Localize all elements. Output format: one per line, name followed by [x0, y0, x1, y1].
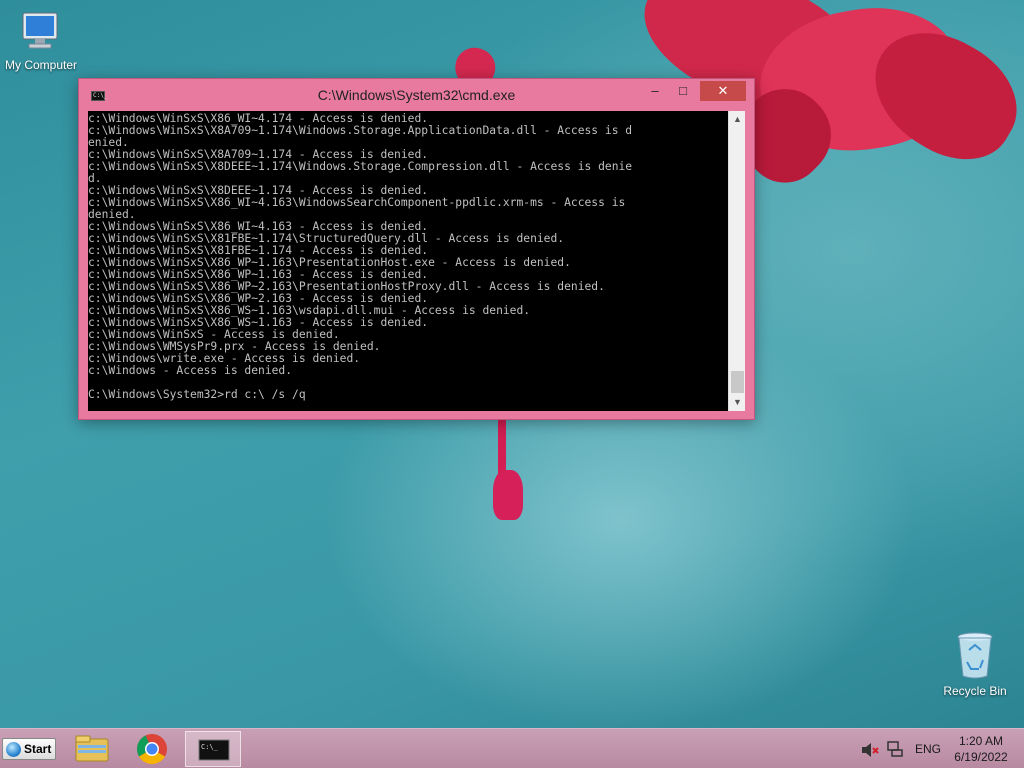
- scrollbar-thumb[interactable]: [731, 371, 744, 393]
- scroll-up-arrow-icon[interactable]: ▲: [729, 111, 746, 128]
- network-icon[interactable]: [886, 740, 904, 758]
- desktop-icon-my-computer[interactable]: My Computer: [0, 10, 82, 72]
- computer-icon: [19, 10, 63, 54]
- taskbar-item-file-explorer[interactable]: [64, 731, 120, 767]
- clock[interactable]: 1:20 AM 6/19/2022: [948, 734, 1014, 764]
- clock-time: 1:20 AM: [958, 734, 1004, 748]
- file-explorer-icon: [75, 735, 109, 762]
- scroll-down-arrow-icon[interactable]: ▼: [729, 394, 746, 411]
- taskbar: Start C:\_ ENG 1:20 AM 6/19/2022: [0, 728, 1024, 768]
- console-output[interactable]: c:\Windows\WinSxS\X86_WI~4.174 - Access …: [88, 111, 728, 411]
- desktop-icon-label: My Computer: [4, 58, 78, 72]
- cmd-window[interactable]: C:\_ C:\Windows\System32\cmd.exe – □ ✕ c…: [78, 78, 755, 420]
- desktop-icon-recycle-bin[interactable]: Recycle Bin: [934, 630, 1016, 698]
- console-line: c:\Windows - Access is denied.: [88, 364, 293, 377]
- console-line: c:\Windows\WinSxS\X8A709~1.174\Windows.S…: [88, 124, 633, 137]
- console-line: C:\Windows\System32>rd c:\ /s /q: [88, 388, 306, 401]
- maximize-button[interactable]: □: [670, 81, 696, 101]
- svg-text:C:\_: C:\_: [201, 743, 219, 751]
- console-line: c:\Windows\WinSxS\X8DEEE~1.174\Windows.S…: [88, 160, 633, 173]
- start-button[interactable]: Start: [2, 738, 56, 760]
- clock-date: 6/19/2022: [954, 750, 1008, 764]
- title-bar[interactable]: C:\_ C:\Windows\System32\cmd.exe – □ ✕: [79, 79, 754, 111]
- start-orb-icon: [6, 742, 21, 757]
- recycle-bin-icon: [953, 630, 997, 680]
- taskbar-item-chrome[interactable]: [124, 731, 180, 767]
- volume-muted-icon[interactable]: [860, 741, 880, 759]
- language-indicator[interactable]: ENG: [915, 742, 941, 756]
- cmd-icon: C:\_: [198, 739, 230, 761]
- minimize-button[interactable]: –: [642, 81, 668, 101]
- close-button[interactable]: ✕: [700, 81, 746, 101]
- chrome-icon: [137, 734, 167, 765]
- console-line: c:\Windows\WinSxS\X86_WI~4.163\WindowsSe…: [88, 196, 626, 209]
- taskbar-item-cmd[interactable]: C:\_: [185, 731, 241, 767]
- vertical-scrollbar[interactable]: ▲ ▼: [728, 111, 745, 411]
- start-label: Start: [24, 742, 52, 756]
- desktop-icon-label: Recycle Bin: [943, 684, 1007, 698]
